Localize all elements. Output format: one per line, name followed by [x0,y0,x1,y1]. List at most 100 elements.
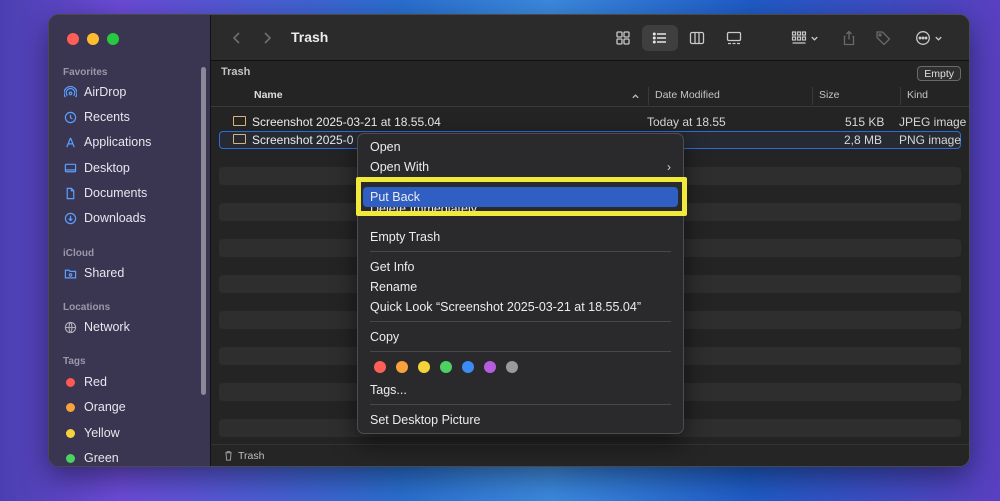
window-title: Trash [291,29,329,45]
desktop-icon [63,161,77,175]
download-icon [63,211,77,225]
sidebar-item-downloads[interactable]: Downloads [63,208,146,228]
gallery-icon [726,31,742,45]
sidebar-item-label: Orange [84,400,126,414]
tag-blue-dot[interactable] [462,361,474,373]
column-header-name[interactable]: Name [254,89,283,101]
sidebar-item-label: Yellow [84,426,120,440]
file-date: Today at 18.55 [647,115,726,129]
file-name: Screenshot 2025-03-21 at 18.55.04 [252,115,441,129]
gallery-view-button[interactable] [721,25,747,51]
sidebar-item-desktop[interactable]: Desktop [63,158,130,178]
column-header-size[interactable]: Size [819,89,839,101]
image-file-icon [233,116,246,126]
green-tag-dot-icon [65,453,75,463]
sidebar-item-tag-green[interactable]: Green [63,448,119,466]
yellow-tag-dot-icon [65,428,75,438]
column-divider[interactable] [900,87,901,105]
menu-item-label: Tags... [370,383,407,397]
tag-green-dot[interactable] [440,361,452,373]
shared-folder-icon [63,266,77,280]
path-bar-label[interactable]: Trash [238,450,264,462]
table-row[interactable]: Screenshot 2025-03-21 at 18.55.04 Today … [219,113,966,131]
tag-yellow-dot[interactable] [418,361,430,373]
menu-tag-colors [374,361,518,373]
sidebar-item-applications[interactable]: Applications [63,132,151,152]
sidebar-item-label: AirDrop [84,85,127,99]
menu-item-rename[interactable]: Rename [363,277,678,297]
menu-item-open-with[interactable]: Open With › [363,157,678,177]
toolbar: Trash [211,15,969,61]
sidebar-item-label: Recents [84,110,130,124]
menu-item-set-desktop-picture[interactable]: Set Desktop Picture [363,410,678,430]
sidebar-item-label: Applications [84,135,152,149]
chevron-left-icon [232,32,240,44]
sidebar-item-tag-orange[interactable]: Orange [63,397,126,417]
menu-separator [370,351,671,352]
sidebar-item-network[interactable]: Network [63,317,130,337]
tag-gray-dot[interactable] [506,361,518,373]
column-header-kind[interactable]: Kind [907,89,928,101]
menu-item-label: Open With [370,160,430,174]
column-view-button[interactable] [685,25,709,51]
column-divider[interactable] [812,87,813,105]
sidebar-item-tag-red[interactable]: Red [63,372,107,392]
sidebar: Favorites AirDrop Recents Applications D… [49,15,211,466]
tag-purple-dot[interactable] [484,361,496,373]
action-menu-button[interactable] [911,25,947,51]
tag-red-dot[interactable] [374,361,386,373]
sidebar-item-recents[interactable]: Recents [63,107,130,127]
sidebar-scrollbar[interactable] [201,67,206,395]
window-controls [67,33,119,45]
menu-separator [370,404,671,405]
menu-item-empty-trash[interactable]: Empty Trash [363,227,678,247]
file-kind: PNG image [899,133,962,147]
menu-item-label: Get Info [370,260,415,274]
menu-item-quick-look[interactable]: Quick Look “Screenshot 2025-03-21 at 18.… [363,297,678,317]
share-icon [843,30,855,46]
sort-chevron-up-icon [632,94,639,99]
file-kind: JPEG image [899,115,967,129]
annotation-highlight-box [356,177,687,216]
empty-trash-button[interactable]: Empty [917,66,961,81]
orange-tag-dot-icon [65,402,75,412]
tag-icon [876,31,891,46]
menu-item-copy[interactable]: Copy [363,327,678,347]
share-button[interactable] [838,25,860,51]
sidebar-item-label: Shared [84,266,125,280]
back-button[interactable] [227,25,247,51]
applications-icon [63,135,77,149]
sidebar-item-label: Documents [84,186,148,200]
close-button[interactable] [67,33,79,45]
menu-separator [370,321,671,322]
sidebar-item-tag-yellow[interactable]: Yellow [63,423,120,443]
icon-view-button[interactable] [611,25,635,51]
forward-button[interactable] [257,25,277,51]
sidebar-section-favorites: Favorites [63,67,108,78]
zoom-button[interactable] [107,33,119,45]
tag-button[interactable] [872,25,894,51]
menu-item-get-info[interactable]: Get Info [363,257,678,277]
list-icon [652,32,666,44]
sidebar-item-shared[interactable]: Shared [63,263,124,283]
group-grid-icon [791,31,807,44]
image-file-icon [233,134,246,144]
columns-icon [689,31,705,45]
sidebar-item-label: Red [84,375,107,389]
minimize-button[interactable] [87,33,99,45]
column-header-date[interactable]: Date Modified [655,89,720,101]
menu-item-open[interactable]: Open [363,137,678,157]
group-by-button[interactable] [787,25,823,51]
menu-item-tags[interactable]: Tags... [363,380,678,400]
menu-item-label: Copy [370,330,400,344]
grid-icon [616,31,630,45]
menu-item-label: Empty Trash [370,230,441,244]
sidebar-item-airdrop[interactable]: AirDrop [63,82,126,102]
list-view-button[interactable] [642,25,678,51]
sidebar-item-documents[interactable]: Documents [63,183,147,203]
location-header: Trash [221,66,251,78]
column-header-row: Name Date Modified Size Kind [211,85,969,107]
ellipsis-circle-icon [916,31,930,45]
column-divider[interactable] [648,87,649,105]
tag-orange-dot[interactable] [396,361,408,373]
